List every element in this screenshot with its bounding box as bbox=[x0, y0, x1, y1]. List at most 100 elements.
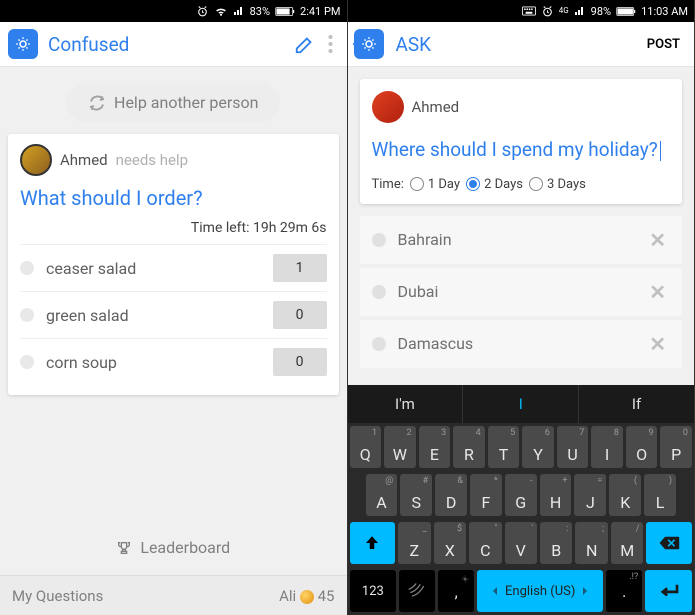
screen-left: 83% 2:41 PM Confused Help another person… bbox=[0, 0, 348, 615]
suggestion[interactable]: If bbox=[579, 385, 694, 423]
suggestion-bar: I'm I If bbox=[348, 385, 695, 423]
space-key[interactable]: English (US) bbox=[477, 570, 603, 612]
back-chevron-icon[interactable] bbox=[352, 36, 362, 52]
avatar bbox=[20, 144, 52, 176]
option-dot bbox=[372, 233, 386, 247]
key-w[interactable]: 2W bbox=[384, 426, 416, 468]
option-dot bbox=[372, 337, 386, 351]
remove-option-icon[interactable]: ✕ bbox=[645, 228, 670, 252]
answer-option[interactable]: Bahrain✕ bbox=[360, 216, 683, 264]
key-s[interactable]: #S bbox=[400, 474, 432, 516]
app-icon[interactable] bbox=[8, 29, 38, 59]
leaderboard-link[interactable]: Leaderboard bbox=[8, 528, 339, 567]
radio-icon bbox=[466, 177, 480, 191]
vote-count: 0 bbox=[273, 348, 327, 376]
numeric-key[interactable]: 123 bbox=[350, 570, 397, 612]
battery-percent: 98% bbox=[591, 5, 611, 18]
signal-icon bbox=[233, 5, 245, 17]
option-label: Bahrain bbox=[398, 230, 646, 249]
user-coins[interactable]: Ali 45 bbox=[279, 587, 334, 605]
poll-option[interactable]: corn soup0 bbox=[20, 338, 327, 385]
key-d[interactable]: &D bbox=[435, 474, 467, 516]
card-user[interactable]: Ahmed needs help bbox=[20, 144, 327, 176]
bottom-bar: My Questions Ali 45 bbox=[0, 575, 347, 615]
key-e[interactable]: 3E bbox=[419, 426, 451, 468]
comma-key[interactable]: , bbox=[438, 570, 474, 612]
key-x[interactable]: $X bbox=[434, 522, 466, 564]
shift-key[interactable] bbox=[350, 522, 396, 564]
question-card: Ahmed needs help What should I order? Ti… bbox=[8, 134, 339, 395]
key-l[interactable]: )L bbox=[644, 474, 676, 516]
trophy-icon bbox=[116, 540, 132, 556]
key-j[interactable]: =J bbox=[574, 474, 606, 516]
status-bar: 4G 98% 11:03 AM bbox=[348, 0, 695, 22]
header-title: ASK bbox=[396, 33, 641, 56]
card-user[interactable]: Ahmed bbox=[372, 91, 671, 123]
key-c[interactable]: "C bbox=[469, 522, 501, 564]
period-key[interactable]: .!? . bbox=[606, 570, 642, 612]
option-dot bbox=[20, 355, 34, 369]
key-i[interactable]: 8I bbox=[591, 426, 623, 468]
time-label: Time: bbox=[372, 177, 404, 192]
duration-label: 3 Days bbox=[547, 177, 586, 192]
alarm-icon bbox=[541, 5, 554, 18]
key-a[interactable]: @A bbox=[366, 474, 398, 516]
more-icon[interactable] bbox=[322, 35, 339, 53]
vote-count: 0 bbox=[273, 301, 327, 329]
duration-option[interactable]: 1 Day bbox=[410, 177, 460, 192]
key-g[interactable]: -G bbox=[505, 474, 537, 516]
username: Ahmed bbox=[412, 98, 460, 116]
key-n[interactable]: ;N bbox=[575, 522, 607, 564]
option-label: Damascus bbox=[398, 334, 646, 353]
leaderboard-label: Leaderboard bbox=[140, 538, 230, 557]
key-f[interactable]: *F bbox=[470, 474, 502, 516]
edit-icon[interactable] bbox=[288, 27, 322, 61]
help-another-button[interactable]: Help another person bbox=[66, 83, 280, 122]
keyboard-indicator-icon bbox=[522, 6, 536, 16]
question-text: What should I order? bbox=[20, 186, 327, 210]
remove-option-icon[interactable]: ✕ bbox=[645, 280, 670, 304]
answer-option[interactable]: Dubai✕ bbox=[360, 268, 683, 316]
post-button[interactable]: POST bbox=[641, 31, 686, 58]
key-b[interactable]: :B bbox=[540, 522, 572, 564]
key-y[interactable]: 6Y bbox=[522, 426, 554, 468]
avatar bbox=[372, 91, 404, 123]
radio-icon bbox=[529, 177, 543, 191]
question-input[interactable]: Where should I spend my holiday? bbox=[372, 137, 671, 163]
key-u[interactable]: 7U bbox=[557, 426, 589, 468]
header: Confused bbox=[0, 22, 347, 67]
duration-option[interactable]: 2 Days bbox=[466, 177, 523, 192]
poll-option[interactable]: green salad0 bbox=[20, 291, 327, 338]
key-k[interactable]: (K bbox=[609, 474, 641, 516]
needs-help-label: needs help bbox=[116, 151, 188, 169]
wifi-icon bbox=[214, 5, 228, 18]
coin-icon bbox=[300, 590, 314, 604]
option-dot bbox=[372, 285, 386, 299]
duration-option[interactable]: 3 Days bbox=[529, 177, 586, 192]
option-dot bbox=[20, 261, 34, 275]
remove-option-icon[interactable]: ✕ bbox=[645, 332, 670, 356]
enter-key[interactable] bbox=[645, 570, 692, 612]
key-h[interactable]: +H bbox=[540, 474, 572, 516]
answer-option[interactable]: Damascus✕ bbox=[360, 320, 683, 368]
key-z[interactable]: _Z bbox=[398, 522, 430, 564]
key-t[interactable]: 5T bbox=[488, 426, 520, 468]
key-m[interactable]: /M bbox=[611, 522, 643, 564]
my-questions-link[interactable]: My Questions bbox=[12, 587, 103, 605]
key-v[interactable]: 'V bbox=[505, 522, 537, 564]
alarm-icon bbox=[196, 5, 209, 18]
body: Ahmed Where should I spend my holiday? T… bbox=[348, 67, 695, 385]
key-p[interactable]: 0P bbox=[660, 426, 692, 468]
option-label: ceaser salad bbox=[46, 259, 273, 278]
suggestion[interactable]: I bbox=[463, 385, 579, 423]
poll-option[interactable]: ceaser salad1 bbox=[20, 244, 327, 291]
help-another-label: Help another person bbox=[114, 93, 258, 112]
backspace-key[interactable] bbox=[646, 522, 692, 564]
key-o[interactable]: 9O bbox=[626, 426, 658, 468]
refresh-icon bbox=[88, 94, 106, 112]
text-cursor bbox=[660, 141, 661, 161]
key-r[interactable]: 4R bbox=[453, 426, 485, 468]
key-q[interactable]: 1Q bbox=[350, 426, 382, 468]
keyboard-logo-key[interactable] bbox=[399, 570, 435, 612]
suggestion[interactable]: I'm bbox=[348, 385, 464, 423]
